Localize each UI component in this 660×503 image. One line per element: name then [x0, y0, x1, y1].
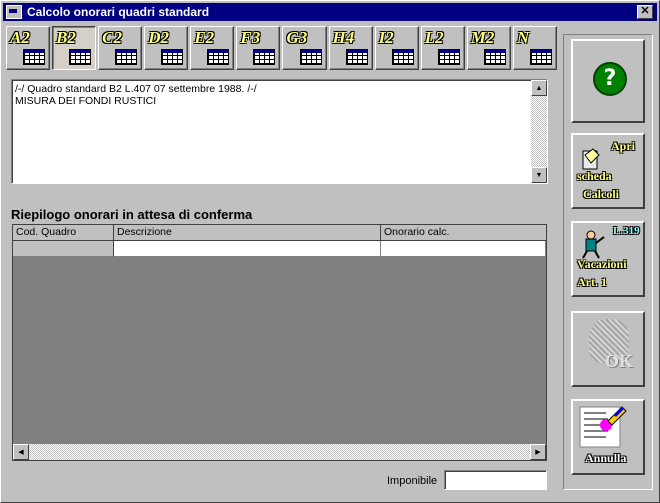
quadro-button-label: M2	[470, 28, 495, 47]
ok-button[interactable]: OK	[571, 311, 645, 387]
scroll-up-button[interactable]: ▲	[531, 80, 547, 96]
imponibile-field[interactable]	[444, 470, 547, 490]
quadro-button-label: L2	[424, 28, 444, 47]
quadro-button-label: B2	[56, 28, 76, 47]
table-icon	[207, 49, 230, 65]
vertical-scrollbar[interactable]: ▲ ▼	[531, 80, 547, 183]
document-cancel-icon	[579, 406, 627, 448]
scroll-down-button[interactable]: ▼	[531, 167, 547, 183]
quadro-button-m2[interactable]: M2	[466, 26, 511, 70]
scroll-right-button[interactable]: ▶	[530, 444, 546, 460]
quadro-button-label: E2	[194, 28, 215, 47]
quadro-button-label: I2	[378, 28, 394, 47]
table-icon	[253, 49, 276, 65]
description-line-2: MISURA DEI FONDI RUSTICI	[15, 95, 157, 107]
vacazioni-label: Vacazioni	[577, 257, 627, 271]
quadro-button-d2[interactable]: D2	[144, 26, 189, 70]
help-icon: ?	[593, 62, 627, 96]
table-icon	[115, 49, 138, 65]
apri-scheda-calcoli-button[interactable]: Apri scheda Calcoli	[571, 133, 645, 209]
table-icon	[483, 49, 506, 65]
onorario-cell[interactable]	[381, 241, 546, 257]
quadro-button-label: N	[516, 28, 530, 47]
summary-title: Riepilogo onorari in attesa di conferma	[11, 207, 253, 222]
ok-label: OK	[605, 351, 634, 371]
help-button[interactable]: ?	[571, 39, 645, 123]
table-icon	[345, 49, 368, 65]
quadro-button-label: F3	[240, 28, 261, 47]
column-header-onorario[interactable]: Onorario calc.	[381, 225, 546, 241]
app-icon	[6, 5, 22, 19]
close-button[interactable]: ✕	[637, 5, 653, 19]
table-icon	[529, 49, 552, 65]
title-bar: Calcolo onorari quadri standard ✕	[3, 3, 657, 21]
window-title: Calcolo onorari quadri standard	[27, 5, 210, 19]
table-icon	[391, 49, 414, 65]
quadro-button-label: H4	[332, 28, 355, 47]
quadro-button-g3[interactable]: G3	[282, 26, 327, 70]
imponibile-label: Imponibile	[387, 475, 438, 487]
scroll-left-button[interactable]: ◀	[13, 444, 29, 460]
table-icon	[23, 49, 46, 65]
quadro-button-l2[interactable]: L2	[420, 26, 465, 70]
column-header-cod-quadro[interactable]: Cod. Quadro	[13, 225, 114, 241]
quadro-button-label: G3	[286, 28, 308, 47]
row-selector-cell[interactable]	[13, 241, 114, 257]
quadro-button-label: C2	[102, 28, 122, 47]
quadro-button-c2[interactable]: C2	[98, 26, 143, 70]
quadro-button-b2[interactable]: B2	[52, 26, 97, 70]
art1-label: Art. 1	[577, 275, 607, 289]
quadro-button-a2[interactable]: A2	[6, 26, 51, 70]
summary-grid[interactable]: Cod. Quadro Descrizione Onorario calc. ◀…	[12, 224, 547, 461]
horizontal-scrollbar[interactable]: ◀ ▶	[13, 444, 546, 460]
main-window: Calcolo onorari quadri standard ✕ A2 B2 …	[0, 0, 660, 503]
quadro-button-label: D2	[148, 28, 170, 47]
vacazioni-button[interactable]: L.319 Vacazioni Art. 1	[571, 221, 645, 297]
table-icon	[161, 49, 184, 65]
scheda-label: scheda	[577, 169, 612, 183]
description-text: /-/ Quadro standard B2 L.407 07 settembr…	[15, 83, 257, 107]
column-header-descrizione[interactable]: Descrizione	[114, 225, 381, 241]
calcoli-label: Calcoli	[583, 187, 619, 201]
quadro-button-label: A2	[10, 28, 30, 47]
grid-header: Cod. Quadro Descrizione Onorario calc.	[13, 225, 546, 241]
l319-badge: L.319	[613, 225, 640, 237]
descrizione-cell[interactable]	[114, 241, 381, 257]
quadro-button-f3[interactable]: F3	[236, 26, 281, 70]
description-line-1: /-/ Quadro standard B2 L.407 07 settembr…	[15, 83, 257, 95]
quadro-button-n[interactable]: N	[512, 26, 557, 70]
description-textarea[interactable]: /-/ Quadro standard B2 L.407 07 settembr…	[11, 79, 548, 184]
table-icon	[299, 49, 322, 65]
quadro-button-i2[interactable]: I2	[374, 26, 419, 70]
quadro-toolbar: A2 B2 C2 D2 E2 F3 G3 H4 I2 L2 M2 N	[6, 26, 557, 70]
table-icon	[437, 49, 460, 65]
annulla-button[interactable]: Annulla	[571, 399, 645, 475]
quadro-button-h4[interactable]: H4	[328, 26, 373, 70]
apri-label: Apri	[611, 139, 635, 153]
table-row[interactable]	[13, 241, 546, 257]
side-panel: ? Apri scheda Calcoli L.319 Vacazioni Ar…	[563, 34, 653, 490]
quadro-button-e2[interactable]: E2	[190, 26, 235, 70]
annulla-label: Annulla	[585, 451, 627, 465]
worker-icon	[582, 230, 605, 259]
table-icon	[69, 49, 92, 65]
